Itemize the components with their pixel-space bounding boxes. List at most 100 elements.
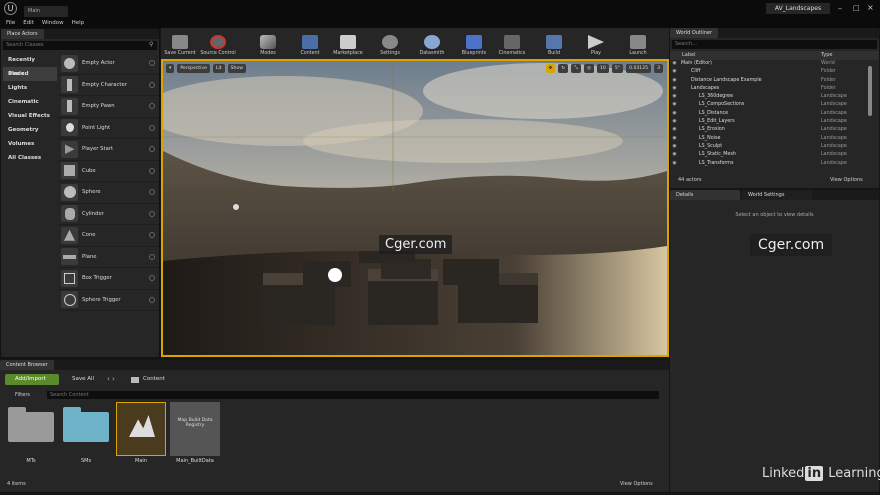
actor-empty-actor[interactable]: Empty Actor <box>58 53 159 75</box>
category-recently-placed[interactable]: Recently Placed <box>3 53 57 77</box>
outliner-row[interactable]: ◉ LS_CompoSections Landscape <box>670 101 879 109</box>
asset-sms-folder[interactable] <box>61 402 111 456</box>
viewport-options-button[interactable]: ▾ <box>166 63 175 73</box>
category-geometry[interactable]: Geometry <box>3 123 57 137</box>
marketplace-button[interactable]: Marketplace <box>329 28 367 59</box>
level-viewport[interactable]: ▾ Perspective Lit Show ✥ ↻ ⤡ ◎ 10 5° 0.0… <box>161 59 669 357</box>
category-volumes[interactable]: Volumes <box>3 137 57 151</box>
category-lights[interactable]: Lights <box>3 81 57 95</box>
outliner-row[interactable]: ◉ LS_Erosion Landscape <box>670 126 879 134</box>
eye-icon[interactable]: ◉ <box>670 60 679 68</box>
eye-icon[interactable]: ◉ <box>670 93 679 101</box>
actor-box-trigger[interactable]: Box Trigger <box>58 268 159 290</box>
place-actors-tab[interactable]: Place Actors <box>1 29 44 39</box>
show-button[interactable]: Show <box>227 63 246 73</box>
maximize-button[interactable]: □ <box>853 4 860 12</box>
menu-window[interactable]: Window <box>42 18 64 28</box>
actor-sphere-trigger[interactable]: Sphere Trigger <box>58 290 159 311</box>
asset-main-map[interactable] <box>116 402 166 456</box>
eye-icon[interactable]: ◉ <box>670 135 679 143</box>
actor-cylinder[interactable]: Cylinder <box>58 204 159 225</box>
actor-plane[interactable]: Plane <box>58 247 159 268</box>
eye-icon[interactable]: ◉ <box>670 160 679 168</box>
grid-snap-value[interactable]: 10 <box>596 63 609 73</box>
content-view-options[interactable]: View Options <box>620 481 653 487</box>
col-label[interactable]: Label <box>682 51 821 60</box>
search-classes-input[interactable]: Search Classes <box>3 41 157 50</box>
category-basic[interactable]: Basic <box>3 67 57 81</box>
world-settings-tab[interactable]: World Settings <box>742 190 812 200</box>
actor-cone[interactable]: Cone <box>58 225 159 247</box>
source-control-button[interactable]: Source Control <box>199 28 237 59</box>
view-mode-button[interactable]: Lit <box>212 63 225 73</box>
minimize-button[interactable]: – <box>838 4 842 13</box>
back-arrow-icon[interactable]: ‹ › <box>107 375 115 383</box>
outliner-row[interactable]: ◉ LS_Static_Mesh Landscape <box>670 151 879 159</box>
scale-snap-value[interactable]: 0.03125 <box>626 63 652 73</box>
menu-edit[interactable]: Edit <box>23 18 34 28</box>
transform-move-button[interactable]: ✥ <box>545 63 556 73</box>
actor-sphere[interactable]: Sphere <box>58 182 159 204</box>
add-import-button[interactable]: Add/Import <box>5 374 59 385</box>
world-local-icon[interactable]: ◎ <box>583 63 594 73</box>
content-browser-tab[interactable]: Content Browser <box>0 360 54 370</box>
play-button[interactable]: Play <box>577 28 615 59</box>
actor-point-light[interactable]: Point Light <box>58 118 159 139</box>
outliner-row[interactable]: ◉ Cliff Folder <box>670 68 879 76</box>
content-button[interactable]: Content <box>291 28 329 59</box>
actor-empty-character[interactable]: Empty Character <box>58 75 159 96</box>
category-all-classes[interactable]: All Classes <box>3 151 57 165</box>
outliner-row[interactable]: ◉ Main (Editor) World <box>670 60 879 68</box>
save-all-button[interactable]: Save All <box>72 374 94 385</box>
build-button[interactable]: Build <box>535 28 573 59</box>
eye-icon[interactable]: ◉ <box>670 77 679 85</box>
outliner-row[interactable]: ◉ Landscapes Folder <box>670 85 879 93</box>
menu-help[interactable]: Help <box>72 18 85 28</box>
close-button[interactable]: × <box>867 3 874 12</box>
asset-main-builtdata[interactable]: Map Build Data Registry <box>170 402 220 456</box>
actor-empty-pawn[interactable]: Empty Pawn <box>58 96 159 118</box>
eye-icon[interactable]: ◉ <box>670 68 679 76</box>
world-outliner-tab[interactable]: World Outliner <box>670 28 719 38</box>
perspective-button[interactable]: Perspective <box>177 63 210 73</box>
outliner-row[interactable]: ◉ Distance Landscape Example Folder <box>670 77 879 85</box>
modes-button[interactable]: Modes <box>249 28 287 59</box>
eye-icon[interactable]: ◉ <box>670 118 679 126</box>
scale-button[interactable]: ⤡ <box>571 63 581 73</box>
breadcrumb-content[interactable]: Content <box>143 374 165 385</box>
search-content-input[interactable]: Search Content <box>47 391 659 399</box>
filters-button[interactable]: Filters <box>15 391 30 399</box>
datasmith-button[interactable]: Datasmith <box>413 28 451 59</box>
outliner-row[interactable]: ◉ LS_Noise Landscape <box>670 135 879 143</box>
actor-player-start[interactable]: Player Start <box>58 139 159 161</box>
blueprints-button[interactable]: Blueprints <box>455 28 493 59</box>
settings-button[interactable]: Settings <box>371 28 409 59</box>
actor-cube[interactable]: Cube <box>58 161 159 182</box>
launch-button[interactable]: Launch <box>619 28 657 59</box>
rotate-button[interactable]: ↻ <box>558 63 569 73</box>
outliner-row[interactable]: ◉ LS_Edit_Layers Landscape <box>670 118 879 126</box>
outliner-scrollbar[interactable] <box>868 66 872 116</box>
col-type[interactable]: Type <box>821 51 879 60</box>
cinematics-button[interactable]: Cinematics <box>493 28 531 59</box>
save-current-button[interactable]: Save Current <box>161 28 199 59</box>
asset-mts-folder[interactable] <box>6 402 56 456</box>
menu-file[interactable]: File <box>6 18 15 28</box>
camera-speed-value[interactable]: 3 <box>654 63 663 73</box>
outliner-search-input[interactable]: Search... <box>672 40 877 49</box>
outliner-row[interactable]: ◉ LS_Transforms Landscape <box>670 160 879 168</box>
category-visual-effects[interactable]: Visual Effects <box>3 109 57 123</box>
level-tab[interactable]: Main <box>24 6 68 17</box>
eye-icon[interactable]: ◉ <box>670 143 679 151</box>
eye-icon[interactable]: ◉ <box>670 110 679 118</box>
angle-snap-value[interactable]: 5° <box>611 63 624 73</box>
eye-icon[interactable]: ◉ <box>670 85 679 93</box>
eye-icon[interactable]: ◉ <box>670 126 679 134</box>
outliner-view-options[interactable]: View Options <box>830 177 863 183</box>
outliner-row[interactable]: ◉ LS_360degree Landscape <box>670 93 879 101</box>
outliner-row[interactable]: ◉ LS_Distance Landscape <box>670 110 879 118</box>
details-tab[interactable]: Details <box>670 190 740 200</box>
eye-icon[interactable]: ◉ <box>670 151 679 159</box>
outliner-row[interactable]: ◉ LS_Sculpt Landscape <box>670 143 879 151</box>
category-cinematic[interactable]: Cinematic <box>3 95 57 109</box>
